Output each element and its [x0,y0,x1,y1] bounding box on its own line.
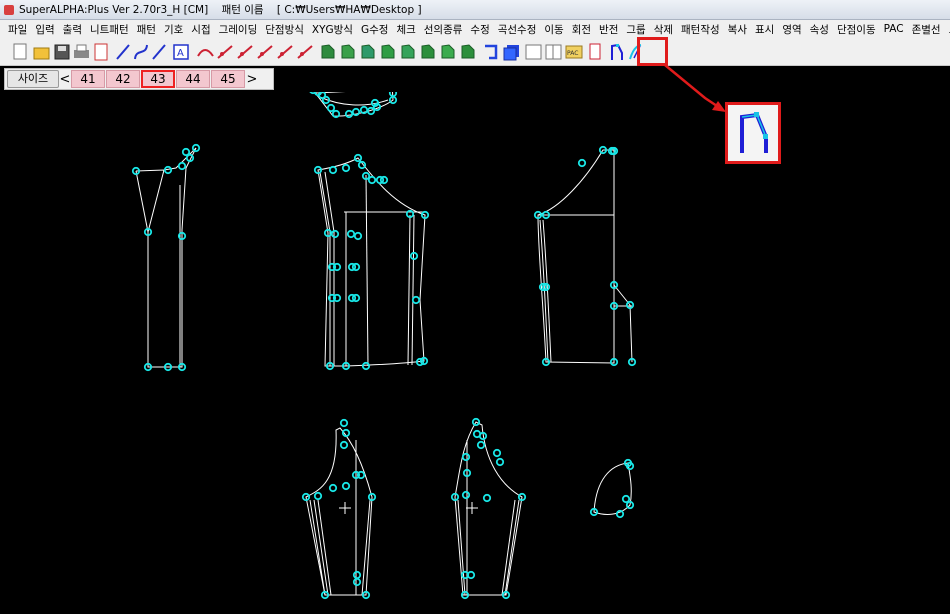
print-icon[interactable] [74,44,89,58]
menu-item[interactable]: 파일 [4,22,31,37]
scissors-icon[interactable] [257,45,273,59]
doc-red-icon[interactable] [589,43,601,60]
pattern-draft-icon[interactable] [611,43,623,60]
menu-item[interactable]: 시접 [187,22,214,37]
menu-item[interactable]: 패턴 [133,22,160,37]
front-facing-piece[interactable] [131,143,201,372]
menu-item[interactable]: 그룹 [622,22,649,37]
menu-item[interactable]: 표시 [751,22,778,37]
size-cell[interactable]: 43 [141,70,175,88]
menu-item[interactable]: 속성 [806,22,833,37]
size-next-button[interactable]: > [246,72,258,87]
pattern-green-8-icon[interactable] [461,44,475,59]
menu-item[interactable]: 영역 [778,22,805,37]
title-bar: SuperALPHA:Plus Ver 2.70r3_H [CM] 패턴 이름 … [0,0,950,20]
svg-text:PAC: PAC [567,50,578,57]
back-body-piece[interactable] [533,145,637,367]
menu-item[interactable]: 복사 [724,22,751,37]
menu-item[interactable]: G수정 [357,22,392,37]
pen-icon[interactable] [237,45,253,59]
size-cell[interactable]: 44 [176,70,210,88]
menu-item[interactable]: 반전 [595,22,622,37]
menu-item[interactable]: XYG방식 [308,22,357,37]
title-path: [ C:₩Users₩HA₩Desktop ] [276,3,422,16]
sheet-icon[interactable] [94,43,108,61]
menu-item[interactable]: 체크 [392,22,419,37]
new-file-icon[interactable] [13,43,27,60]
menu-item[interactable]: 회전 [568,22,595,37]
menu-item[interactable]: 수정 [466,22,493,37]
size-bar: 사이즈 < 41 42 43 44 45 > [4,68,274,90]
pocket-piece[interactable] [589,458,635,519]
menu-item[interactable]: 단점방식 [261,22,308,37]
app-icon [4,4,14,15]
line-icon[interactable] [116,44,130,60]
menu-item[interactable]: 기호 [160,22,187,37]
menu-item[interactable]: 존별선 [908,22,945,37]
grid-sheet-icon[interactable] [545,44,562,60]
sleeve-piece-left[interactable] [301,418,377,600]
title-app: SuperALPHA:Plus Ver 2.70r3_H [CM] [19,3,209,16]
save-icon[interactable] [54,44,70,60]
pattern-green-5-icon[interactable] [401,44,415,59]
pattern-canvas[interactable] [0,92,950,614]
menu-item[interactable]: 그레이딩 [215,22,262,37]
zoomed-tool-callout [725,102,781,164]
size-cell[interactable]: 41 [71,70,105,88]
curve-icon[interactable] [134,44,148,60]
menu-item[interactable]: 입력 [31,22,58,37]
toolbar-icons: A PAC [13,43,642,61]
menu-item[interactable]: PAC [880,23,908,35]
pattern-draft-zoom-icon [740,112,768,153]
menu-item[interactable]: 니트패턴 [86,22,133,37]
size-prev-button[interactable]: < [59,72,71,87]
menu-bar: 파일 입력 출력 니트패턴 패턴 기호 시접 그레이딩 단점방식 XYG방식 G수정 체크 선의종류 수정… [0,20,950,38]
menu-item[interactable]: 출력 [59,22,86,37]
toolbar: A PAC [0,38,950,66]
pattern-green-2-icon[interactable] [341,44,355,59]
menu-item[interactable]: 삭제 [650,22,677,37]
white-sheet-icon[interactable] [525,44,542,60]
pin-icon[interactable] [277,45,293,59]
svg-text:A: A [177,48,184,59]
title-pattern: 패턴 이름 [221,4,264,16]
dart-icon[interactable] [217,45,233,59]
text-box-icon[interactable]: A [173,44,189,60]
pattern-green-1-icon[interactable] [321,44,335,59]
menu-item[interactable]: 선의종류 [420,22,467,37]
measure-icon[interactable] [297,45,313,59]
pattern-green-4-icon[interactable] [381,44,395,59]
arc-icon[interactable] [197,49,214,57]
size-list: 41 42 43 44 45 [71,70,246,88]
menu-item[interactable]: 이동 [540,22,567,37]
pattern-green-6-icon[interactable] [421,44,435,59]
menu-item[interactable]: 곡선수정 [494,22,541,37]
pac-icon[interactable]: PAC [565,45,583,59]
fold-blue-icon[interactable] [485,44,498,60]
pattern-green-3-icon[interactable] [361,44,375,59]
menu-item[interactable]: 단점이동 [833,22,880,37]
tool-highlight-box [637,37,668,66]
size-label: 사이즈 [7,70,59,88]
slash-line-icon[interactable] [152,44,166,60]
size-cell[interactable]: 45 [211,70,245,88]
menu-item[interactable]: 도움말 [945,22,950,37]
collar-piece[interactable] [309,92,398,119]
stack-blue-icon[interactable] [503,45,519,61]
size-cell[interactable]: 42 [106,70,140,88]
pattern-green-7-icon[interactable] [441,44,455,59]
menu-item[interactable]: 패턴작성 [677,22,724,37]
pattern-drawing[interactable] [0,92,950,614]
sleeve-piece-right[interactable] [450,417,527,600]
open-folder-icon[interactable] [33,47,50,60]
front-body-piece[interactable] [313,153,430,371]
